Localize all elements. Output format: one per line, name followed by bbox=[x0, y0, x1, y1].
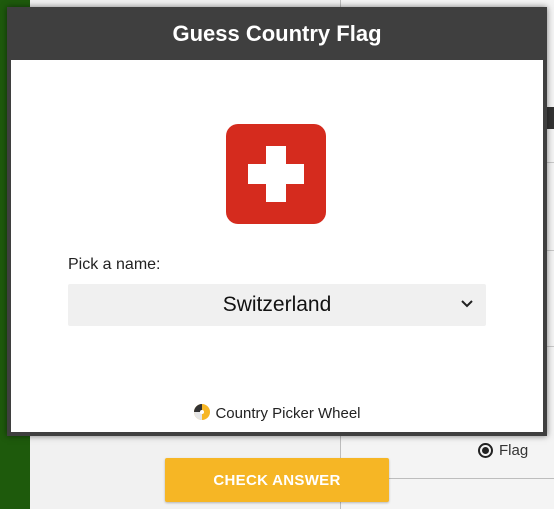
radio-option-flag-label: Flag bbox=[499, 441, 529, 459]
footer-text: Country Picker Wheel bbox=[215, 405, 361, 422]
radio-option-flag[interactable]: Flag bbox=[478, 440, 528, 460]
modal-body: Pick a name: Switzerland Country Picker … bbox=[11, 60, 543, 432]
background-dark-tab bbox=[547, 107, 554, 129]
check-answer-button[interactable]: CHECK ANSWER bbox=[165, 458, 389, 502]
picker-wheel-logo-icon bbox=[194, 404, 211, 420]
chevron-down-icon bbox=[461, 300, 473, 308]
pick-name-label: Pick a name: bbox=[68, 256, 161, 273]
country-select-value: Switzerland bbox=[222, 293, 332, 316]
switzerland-flag-icon bbox=[226, 124, 326, 224]
footer-link[interactable]: Country Picker Wheel bbox=[11, 403, 543, 422]
guess-flag-modal: Guess Country Flag Pick a name: Switzerl… bbox=[7, 7, 547, 436]
modal-title: Guess Country Flag bbox=[172, 21, 382, 46]
radio-button-icon[interactable] bbox=[478, 442, 493, 458]
country-name-select[interactable]: Switzerland bbox=[68, 284, 486, 326]
